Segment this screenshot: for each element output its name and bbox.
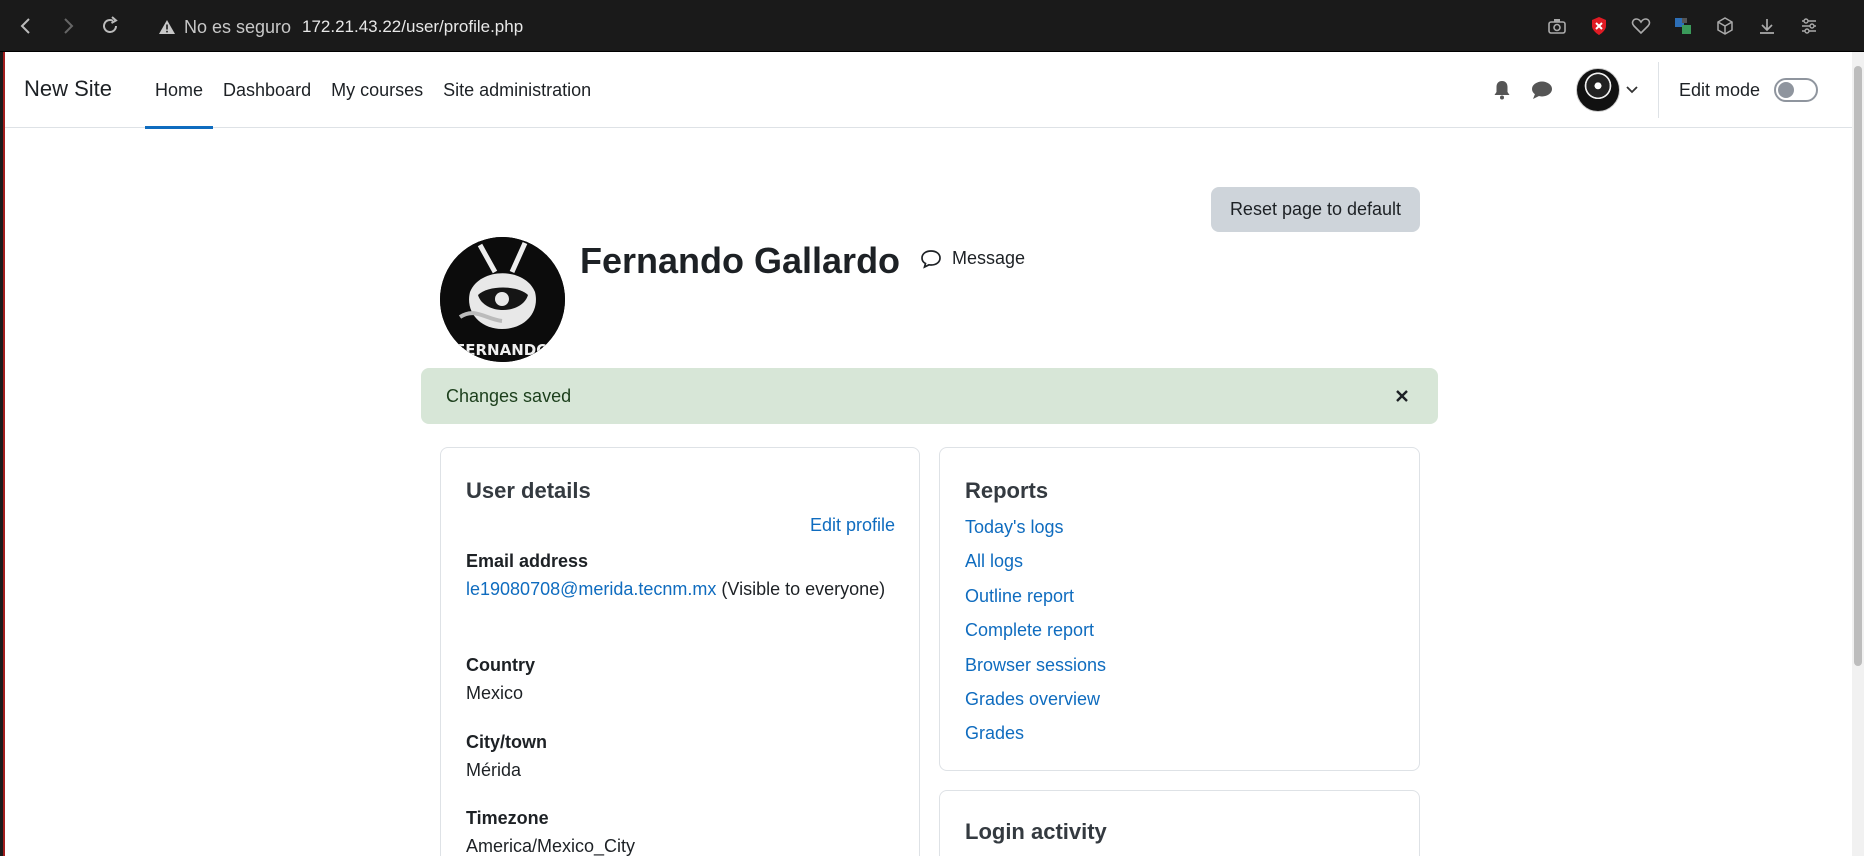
success-alert: Changes saved [421,368,1438,424]
camera-icon[interactable] [1542,12,1572,40]
user-details-card: User details Edit profile Email address … [440,447,920,856]
email-link[interactable]: le19080708@merida.tecnm.mx [466,579,716,599]
user-details-title: User details [466,478,591,503]
settings-icon[interactable] [1794,12,1824,40]
browser-toolbar: No es seguro 172.21.43.22/user/profile.p… [0,0,1864,52]
warning-icon [159,20,175,34]
report-complete-link[interactable]: Complete report [965,620,1094,640]
edit-mode-toggle[interactable] [1774,78,1818,102]
forward-icon[interactable] [54,12,82,40]
download-icon[interactable] [1752,12,1782,40]
site-brand[interactable]: New Site [24,76,112,102]
report-all-logs-link[interactable]: All logs [965,551,1023,571]
profile-avatar: FERNANDO [440,237,565,362]
back-icon[interactable] [12,12,40,40]
reports-list: Today's logs All logs Outline report Com… [965,514,1106,755]
city-value: Mérida [466,760,522,780]
email-field: Email address le19080708@merida.tecnm.mx… [466,547,896,603]
nav-home[interactable]: Home [145,52,214,129]
report-browser-sessions-link[interactable]: Browser sessions [965,655,1106,675]
close-icon[interactable] [1392,386,1412,406]
report-grades-link[interactable]: Grades [965,723,1024,743]
country-label: Country [466,655,535,675]
login-activity-title: Login activity [965,819,1107,844]
security-warning[interactable]: No es seguro [158,14,291,40]
country-value: Mexico [466,683,524,703]
scrollbar[interactable] [1852,52,1864,856]
timezone-value: America/Mexico_City [466,836,636,856]
window-edge [0,52,5,856]
report-grades-overview-link[interactable]: Grades overview [965,689,1100,709]
heart-icon[interactable] [1626,12,1656,40]
cube-icon[interactable] [1710,12,1740,40]
svg-text:FERNANDO: FERNANDO [455,341,549,359]
chevron-down-icon[interactable] [1620,78,1644,102]
timezone-field: Timezone America/Mexico_City [466,804,896,856]
alert-text: Changes saved [446,385,572,406]
reset-page-button[interactable]: Reset page to default [1211,187,1420,232]
reload-icon[interactable] [96,12,124,40]
edit-mode-label: Edit mode [1678,79,1760,100]
user-avatar[interactable] [1575,68,1620,112]
country-field: Country Mexico [466,651,896,707]
site-navbar: New Site Home Dashboard My courses Site … [5,52,1852,129]
message-button[interactable]: Message [920,248,1025,269]
city-field: City/town Mérida [466,728,896,784]
address-bar[interactable]: 172.21.43.22/user/profile.php [302,14,523,40]
report-todays-logs-link[interactable]: Today's logs [965,517,1064,537]
nav-site-administration[interactable]: Site administration [433,52,601,128]
navbar-divider [1657,62,1659,118]
reports-card: Reports Today's logs All logs Outline re… [939,447,1420,771]
city-label: City/town [466,732,547,752]
scrollbar-thumb[interactable] [1854,66,1862,666]
nav-my-courses[interactable]: My courses [321,52,433,128]
email-label: Email address [466,551,589,571]
nav-dashboard[interactable]: Dashboard [213,52,321,128]
comment-icon [921,249,941,269]
extension-icon[interactable] [1668,12,1698,40]
primary-navigation: Home Dashboard My courses Site administr… [145,52,601,129]
security-warning-text: No es seguro [184,16,292,37]
edit-profile-link[interactable]: Edit profile [810,515,895,536]
message-label: Message [952,248,1026,268]
page-title: Fernando Gallardo [580,240,901,281]
report-outline-link[interactable]: Outline report [965,586,1074,606]
shield-icon[interactable] [1584,12,1614,40]
login-activity-card: Login activity [939,790,1420,856]
bell-icon[interactable] [1482,70,1522,110]
timezone-label: Timezone [466,808,549,828]
email-visibility: (Visible to everyone) [721,579,886,599]
reports-title: Reports [965,478,1049,503]
chat-icon[interactable] [1522,70,1562,110]
